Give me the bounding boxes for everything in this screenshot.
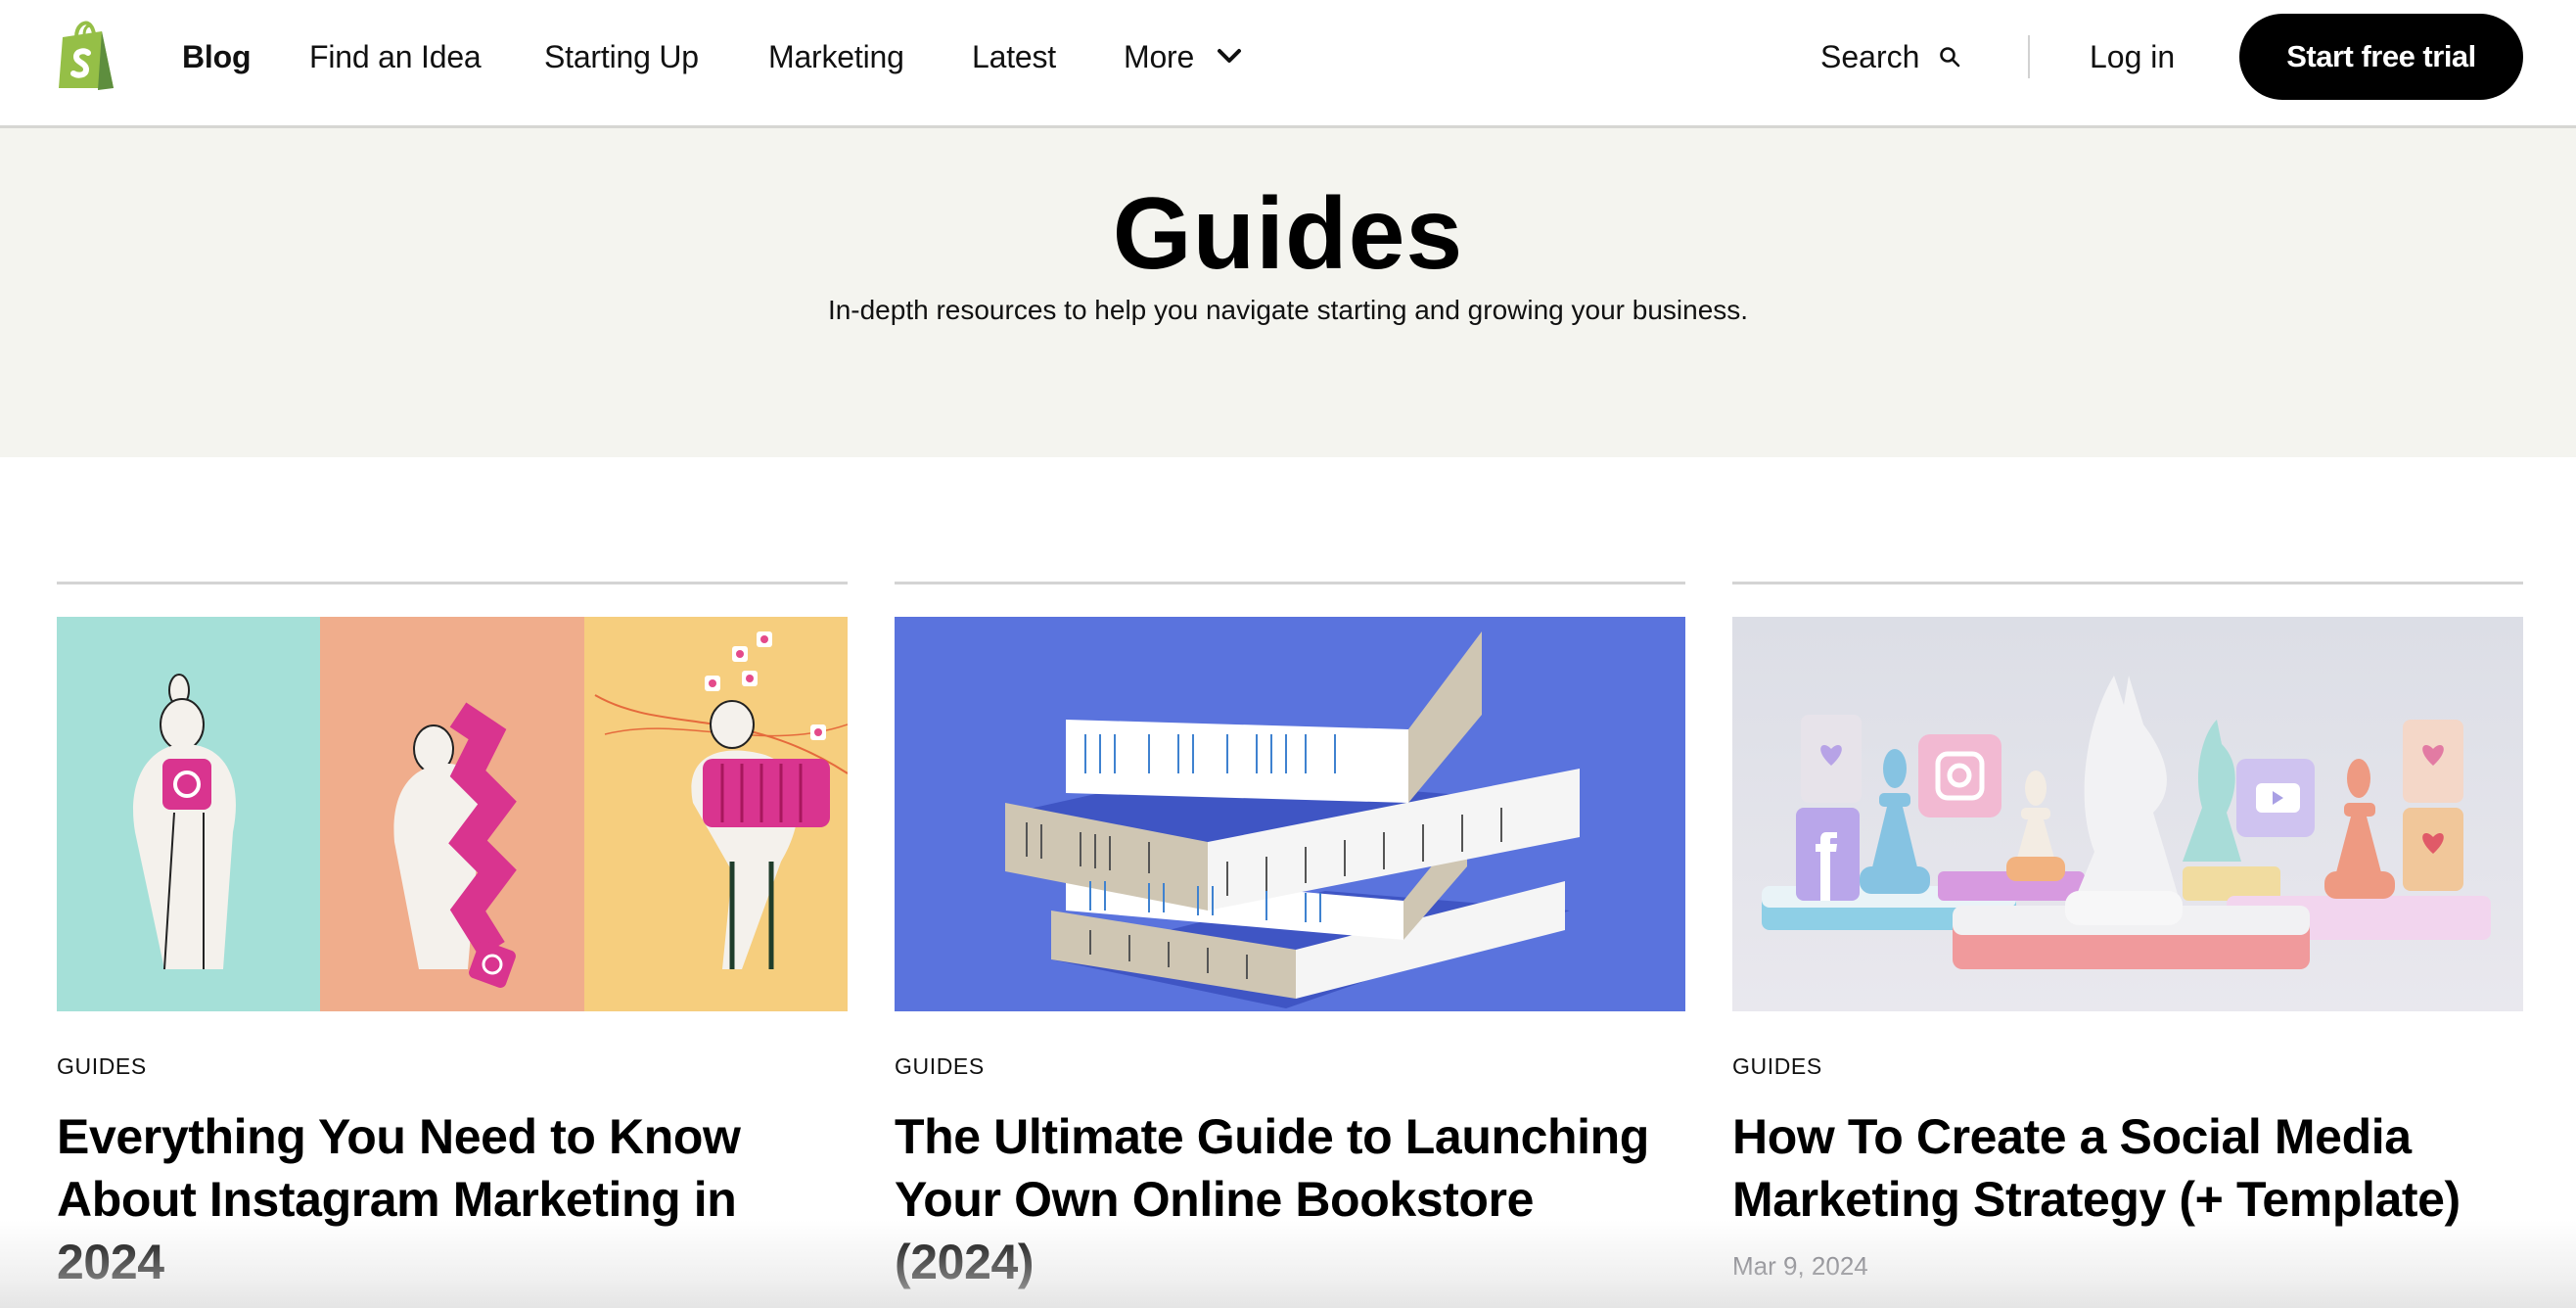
search-icon[interactable] [1939, 46, 1960, 68]
bookstore-illustration [895, 617, 1685, 1011]
hero-section: Guides In-depth resources to help you na… [0, 128, 2576, 457]
shopify-logo-icon[interactable] [55, 20, 119, 92]
nav-latest[interactable]: Latest [972, 35, 1056, 78]
header-divider [2028, 35, 2030, 78]
article-card[interactable]: GUIDES How To Create a Social Media Mark… [1732, 582, 2523, 1282]
start-free-trial-button[interactable]: Start free trial [2239, 14, 2523, 100]
nav-marketing[interactable]: Marketing [768, 35, 904, 78]
search-link[interactable]: Search [1820, 35, 1919, 78]
card-divider [895, 582, 1685, 584]
article-date: Mar 9, 2024 [1732, 1251, 1868, 1281]
article-title[interactable]: The Ultimate Guide to Launching Your Own… [895, 1105, 1685, 1293]
site-header: Blog Find an Idea Starting Up Marketing … [0, 0, 2576, 128]
article-image-instagram[interactable] [57, 617, 848, 1011]
nav-starting-up[interactable]: Starting Up [544, 35, 699, 78]
chevron-down-icon[interactable] [1217, 47, 1242, 65]
article-title[interactable]: How To Create a Social Media Marketing S… [1732, 1105, 2523, 1231]
social-media-chess-illustration [1732, 617, 2523, 1011]
nav-blog[interactable]: Blog [182, 35, 251, 78]
article-category: GUIDES [1732, 1053, 1822, 1079]
article-category: GUIDES [57, 1053, 147, 1079]
instagram-illustration [57, 617, 848, 1011]
article-image-bookstore[interactable] [895, 617, 1685, 1011]
card-divider [57, 582, 848, 584]
login-link[interactable]: Log in [2090, 35, 2175, 78]
nav-more[interactable]: More [1124, 35, 1194, 78]
article-card[interactable]: GUIDES The Ultimate Guide to Launching Y… [895, 582, 1685, 1293]
page-subtitle: In-depth resources to help you navigate … [827, 295, 1749, 325]
article-category: GUIDES [895, 1053, 985, 1079]
article-title[interactable]: Everything You Need to Know About Instag… [57, 1105, 848, 1293]
card-divider [1732, 582, 2523, 584]
article-card[interactable]: GUIDES Everything You Need to Know About… [57, 582, 848, 1293]
nav-find-an-idea[interactable]: Find an Idea [309, 35, 482, 78]
article-image-social-media[interactable] [1732, 617, 2523, 1011]
page-title: Guides [1112, 177, 1464, 291]
